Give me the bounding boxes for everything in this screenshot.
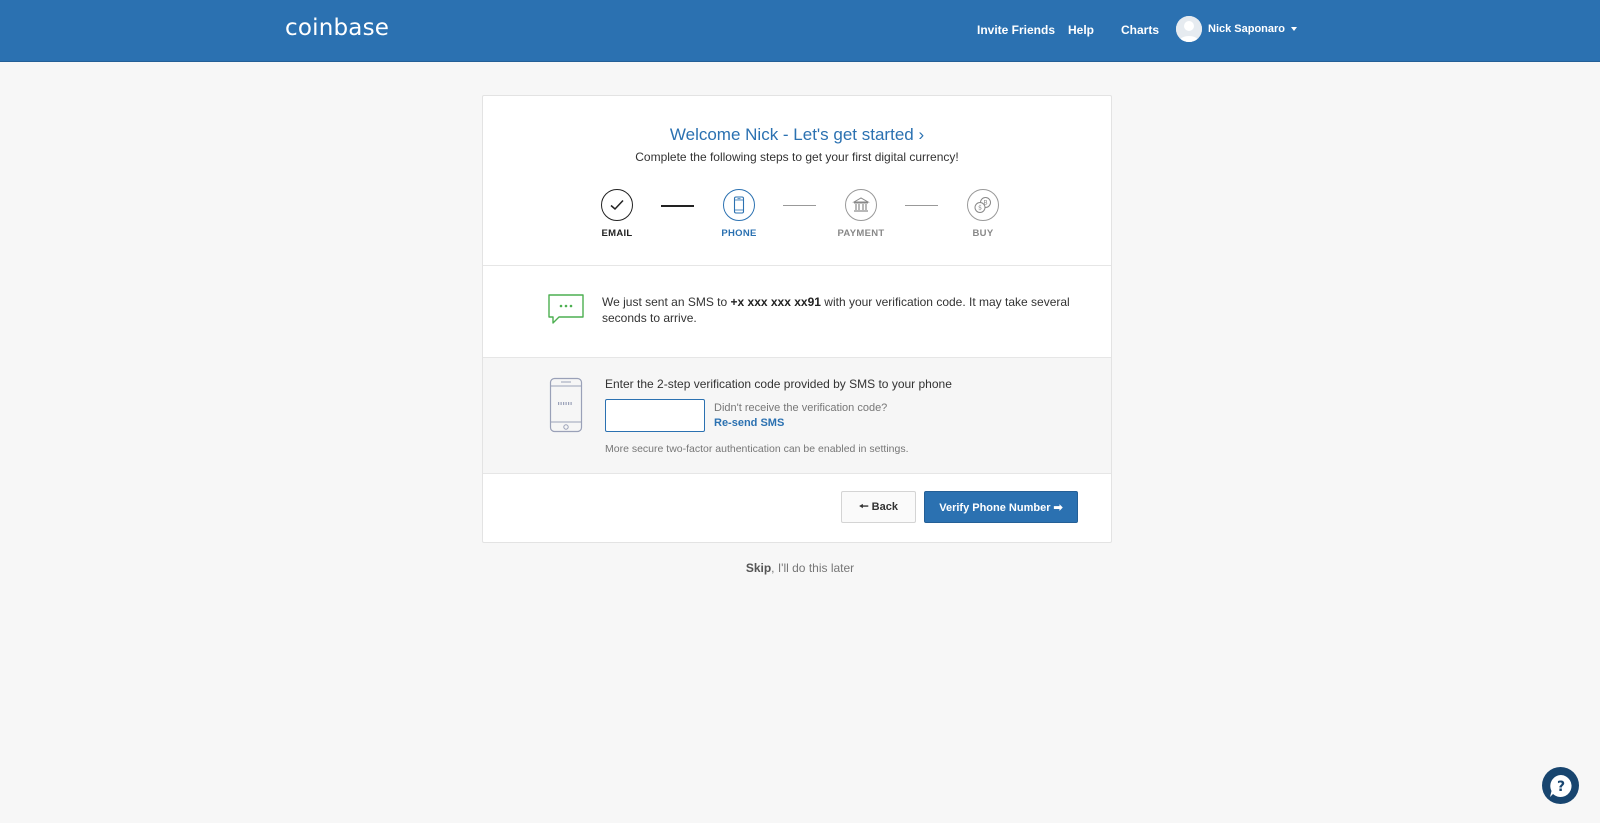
card-header: Welcome Nick - Let's get started › Compl… — [483, 96, 1111, 266]
skip-link[interactable]: Skip — [746, 561, 771, 575]
nav-help[interactable]: Help — [1068, 23, 1094, 37]
resend-sms-link[interactable]: Re-send SMS — [714, 417, 784, 429]
top-navbar: coinbase Invite Friends Help Charts Nick… — [0, 0, 1600, 62]
sms-notice: We just sent an SMS to +x xxx xxx xx91 w… — [483, 266, 1111, 358]
nav-charts[interactable]: Charts — [1121, 23, 1159, 37]
step-connector — [905, 205, 938, 206]
coinbase-logo[interactable]: coinbase — [285, 15, 389, 41]
step-email-circle — [601, 189, 633, 221]
chevron-down-icon — [1291, 27, 1298, 31]
step-payment: PAYMENT — [821, 189, 901, 239]
card-footer: 🠔 Back Verify Phone Number ➡ — [483, 474, 1111, 542]
sms-message: We just sent an SMS to +x xxx xxx xx91 w… — [602, 295, 1070, 325]
checkmark-icon — [610, 199, 624, 211]
sms-chat-icon — [548, 294, 584, 324]
coins-icon: B $ — [974, 197, 991, 213]
step-buy-circle: B $ — [967, 189, 999, 221]
welcome-title[interactable]: Welcome Nick - Let's get started › — [483, 125, 1111, 145]
masked-phone-number: +x xxx xxx xx91 — [730, 295, 821, 309]
step-phone: PHONE — [699, 189, 779, 239]
onboarding-card: Welcome Nick - Let's get started › Compl… — [482, 95, 1112, 543]
secure-note: More secure two-factor authentication ca… — [605, 443, 909, 455]
step-label: EMAIL — [601, 228, 633, 239]
user-name: Nick Saponaro — [1208, 23, 1286, 35]
verification-section: Enter the 2-step verification code provi… — [483, 358, 1111, 474]
step-label: BUY — [972, 228, 994, 239]
step-label: PHONE — [721, 228, 757, 239]
step-email: EMAIL — [577, 189, 657, 239]
skip-rest: , I'll do this later — [771, 561, 855, 575]
svg-text:$: $ — [978, 205, 982, 212]
smartphone-icon — [733, 196, 745, 214]
svg-text:B: B — [983, 200, 987, 207]
verify-phone-button[interactable]: Verify Phone Number ➡ — [924, 491, 1078, 523]
nav-invite-friends[interactable]: Invite Friends — [977, 23, 1055, 37]
verify-instructions: Enter the 2-step verification code provi… — [605, 377, 952, 391]
step-connector — [661, 205, 694, 207]
didnt-receive-text: Didn't receive the verification code? — [714, 402, 888, 414]
phone-device-icon — [549, 377, 583, 433]
step-label: PAYMENT — [837, 228, 885, 239]
bank-icon — [852, 197, 870, 212]
question-bubble-icon: ? — [1549, 774, 1572, 797]
step-payment-circle — [845, 189, 877, 221]
step-connector — [783, 205, 816, 206]
user-avatar-icon — [1176, 16, 1202, 42]
help-chat-button[interactable]: ? — [1542, 767, 1579, 804]
avatar — [1176, 16, 1202, 42]
back-button[interactable]: 🠔 Back — [841, 491, 916, 523]
verification-code-input[interactable] — [605, 399, 705, 432]
step-buy: B $ BUY — [943, 189, 1023, 239]
user-menu[interactable]: Nick Saponaro — [1176, 16, 1298, 42]
skip-line: Skip, I'll do this later — [0, 561, 1600, 575]
step-phone-circle — [723, 189, 755, 221]
svg-text:?: ? — [1556, 779, 1564, 795]
welcome-subtitle: Complete the following steps to get your… — [635, 150, 959, 164]
